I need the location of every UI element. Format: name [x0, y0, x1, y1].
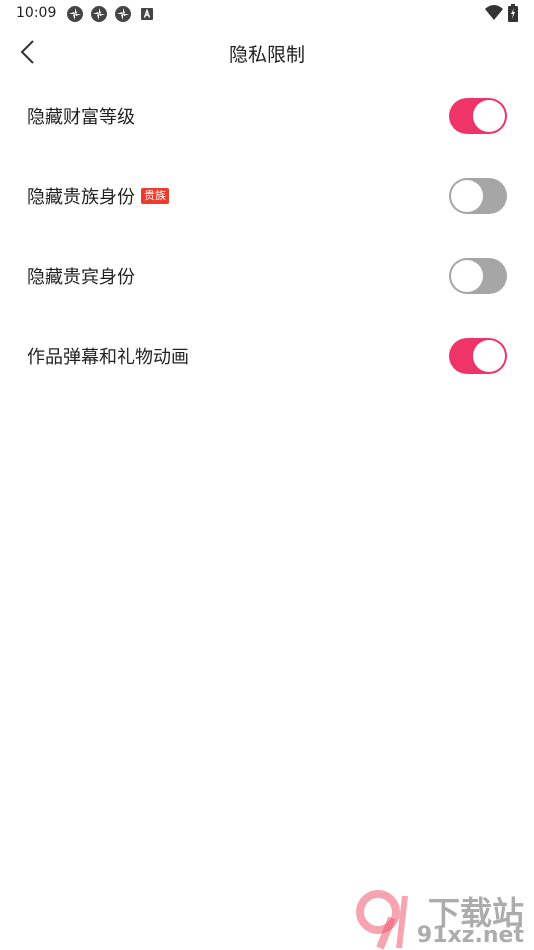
setting-label: 隐藏财富等级	[27, 107, 135, 128]
noble-badge: 贵族	[141, 188, 169, 204]
watermark-logo-icon	[356, 890, 408, 950]
setting-label: 作品弹幕和礼物动画	[27, 347, 189, 368]
setting-label-wrap: 作品弹幕和礼物动画	[27, 316, 189, 396]
setting-row-hide-vip-identity: 隐藏贵宾身份	[0, 236, 534, 316]
setting-label: 隐藏贵族身份	[27, 187, 135, 208]
setting-label-wrap: 隐藏贵族身份 贵族	[27, 156, 169, 236]
setting-label-wrap: 隐藏财富等级	[27, 76, 135, 156]
toggle-danmaku-gift-animation[interactable]	[449, 338, 507, 374]
setting-label: 隐藏贵宾身份	[27, 267, 135, 288]
watermark: 下载站 91xz.net	[352, 888, 530, 950]
toggle-hide-noble-identity[interactable]	[449, 178, 507, 214]
app-notification-icon	[115, 6, 131, 22]
app-notification-icon	[67, 6, 83, 22]
app-notification-icon	[91, 6, 107, 22]
setting-row-hide-wealth-level: 隐藏财富等级	[0, 76, 534, 156]
settings-list: 隐藏财富等级 隐藏贵族身份 贵族 隐藏贵宾身份 作品弹幕和礼物动画	[0, 76, 534, 396]
toggle-knob	[451, 260, 483, 292]
page-title: 隐私限制	[228, 44, 305, 66]
toggle-hide-wealth-level[interactable]	[449, 98, 507, 134]
watermark-site: 91xz.net	[416, 923, 524, 948]
setting-row-danmaku-gift-animation: 作品弹幕和礼物动画	[0, 316, 534, 396]
toggle-knob	[473, 100, 505, 132]
status-icons-right	[484, 4, 518, 22]
status-time: 10:09	[16, 5, 57, 21]
toggle-hide-vip-identity[interactable]	[449, 258, 507, 294]
setting-row-hide-noble-identity: 隐藏贵族身份 贵族	[0, 156, 534, 236]
header: 隐私限制	[0, 28, 534, 76]
wifi-icon	[485, 5, 503, 20]
text-a-icon	[141, 8, 153, 20]
toggle-knob	[473, 340, 505, 372]
setting-label-wrap: 隐藏贵宾身份	[27, 236, 135, 316]
toggle-knob	[451, 180, 483, 212]
status-bar: 10:09	[0, 0, 534, 28]
battery-charging-icon	[508, 4, 518, 22]
status-icons-left	[66, 5, 156, 23]
